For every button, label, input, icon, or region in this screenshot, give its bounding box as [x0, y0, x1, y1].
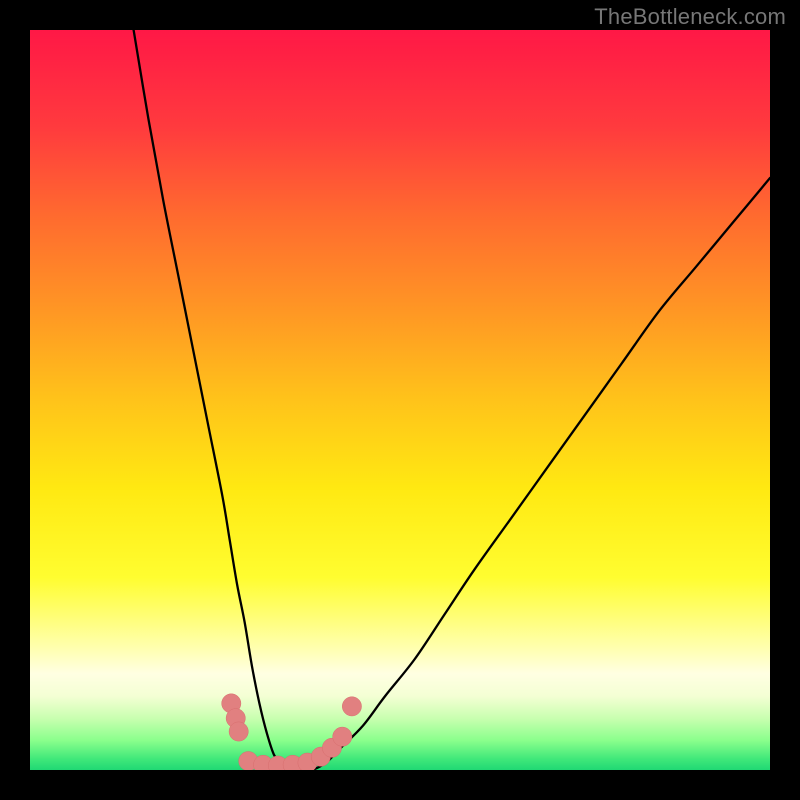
bottleneck-curve — [134, 30, 770, 770]
data-marker — [229, 722, 248, 741]
data-marker — [333, 727, 352, 746]
watermark-text: TheBottleneck.com — [594, 4, 786, 30]
chart-canvas — [30, 30, 770, 770]
chart-frame: TheBottleneck.com — [0, 0, 800, 800]
plot-area — [30, 30, 770, 770]
data-marker — [342, 697, 361, 716]
